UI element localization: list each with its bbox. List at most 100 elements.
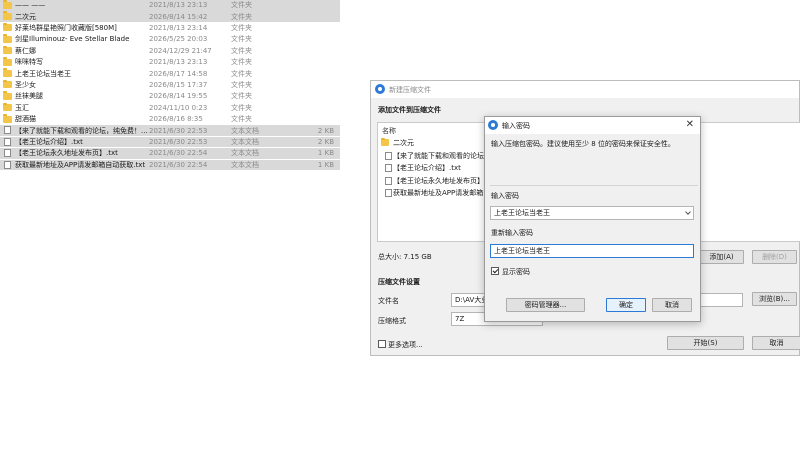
folder-icon xyxy=(3,102,12,112)
file-name: 好莱坞群星艳照门收藏版[580M] xyxy=(15,24,117,33)
file-date: 2021/6/30 22:53 xyxy=(149,138,208,147)
folder-icon xyxy=(3,34,12,43)
file-name: 圣少女 xyxy=(15,81,36,90)
file-date: 2024/12/29 21:47 xyxy=(149,46,212,55)
remove-button[interactable]: 删除(D) xyxy=(752,250,797,264)
password-description: 输入压缩包密码。建议使用至少 8 位的密码来保证安全性。 xyxy=(491,140,675,148)
file-type: 文件夹 xyxy=(231,69,252,78)
file-type: 文件夹 xyxy=(231,1,252,10)
add-button[interactable]: 添加(A) xyxy=(699,250,744,264)
enter-password-input[interactable]: 上老王论坛当老王 xyxy=(490,206,694,220)
file-type: 文件夹 xyxy=(231,58,252,67)
file-row[interactable]: 圣少女 2026/8/15 17:37 文件夹 xyxy=(0,79,340,91)
file-explorer-list: —— —— 2021/8/13 23:13 文件夹 二次元 2026/8/14 15:4… xyxy=(0,0,340,172)
text-file-icon xyxy=(4,160,11,169)
file-row[interactable]: 【来了就能下载和观看的论坛，纯免费！... 2021/6/30 22:53 文本文档… xyxy=(0,125,340,136)
file-date: 2021/6/30 22:54 xyxy=(149,160,208,169)
reenter-password-label: 重新输入密码 xyxy=(491,229,533,237)
file-date: 2021/8/13 23:13 xyxy=(149,58,208,67)
file-type: 文本文档 xyxy=(231,126,259,135)
file-size: 2 KB xyxy=(317,138,334,147)
enter-password-dialog: 输入密码 ✕ 输入压缩包密码。建议使用至少 8 位的密码来保证安全性。 输入密码… xyxy=(484,116,701,322)
folder-icon xyxy=(3,79,12,89)
file-row[interactable]: 上老王论坛当老王 2026/8/17 14:58 文件夹 xyxy=(0,68,340,79)
file-date: 2021/8/13 23:14 xyxy=(149,24,208,33)
enter-password-label: 输入密码 xyxy=(491,192,519,200)
password-dialog-titlebar[interactable]: 输入密码 ✕ xyxy=(485,117,700,134)
file-date: 2021/8/13 23:13 xyxy=(149,1,208,10)
text-file-icon xyxy=(4,137,11,146)
file-row[interactable]: 【老王论坛介绍】.txt 2021/6/30 22:53 文本文档 2 KB xyxy=(0,136,340,148)
show-password-label[interactable]: 显示密码 xyxy=(502,267,530,277)
folder-icon xyxy=(3,45,12,55)
folder-icon xyxy=(381,137,389,146)
file-type: 文本文档 xyxy=(231,160,259,169)
file-type: 文件夹 xyxy=(231,46,252,55)
ok-button[interactable]: 确定 xyxy=(606,298,646,312)
start-button[interactable]: 开始(S) xyxy=(667,336,744,350)
file-name: 获取最新地址及APP请发邮箱自动获取.txt xyxy=(15,160,146,169)
password-dialog-title: 输入密码 xyxy=(502,122,530,130)
file-type: 文件夹 xyxy=(231,115,252,124)
file-type: 文本文档 xyxy=(231,149,259,158)
file-size: 1 KB xyxy=(317,149,334,158)
add-files-section-title: 添加文件到压缩文件 xyxy=(378,106,441,114)
reenter-password-value: 上老王论坛当老王 xyxy=(494,247,550,255)
file-type: 文件夹 xyxy=(231,81,252,90)
file-date: 2026/5/25 20:03 xyxy=(149,35,208,44)
file-date: 2026/8/15 17:37 xyxy=(149,81,208,90)
file-row[interactable]: —— —— 2021/8/13 23:13 文件夹 xyxy=(0,0,340,11)
text-file-icon xyxy=(385,164,392,172)
reenter-password-input[interactable]: 上老王论坛当老王 xyxy=(490,244,694,258)
file-type: 文件夹 xyxy=(231,12,252,21)
app-icon xyxy=(375,84,385,94)
file-row[interactable]: 剑星Illuminouz- Eve Stellar Blade 2026/5/25… xyxy=(0,34,340,45)
file-row[interactable]: 甜酒猫 2026/8/16 8:35 文件夹 xyxy=(0,114,340,125)
password-manager-button[interactable]: 密码管理器... xyxy=(506,298,585,312)
show-password-checkbox[interactable] xyxy=(491,267,499,275)
password-cancel-button[interactable]: 取消 xyxy=(652,298,692,312)
file-type: 文件夹 xyxy=(231,35,252,44)
file-row[interactable]: 蔡仁娜 2024/12/29 21:47 文件夹 xyxy=(0,45,340,57)
list-item-label: 【老王论坛介绍】.txt xyxy=(393,164,461,172)
folder-icon xyxy=(3,22,12,32)
file-name: 蔡仁娜 xyxy=(15,46,36,55)
file-date: 2021/6/30 22:54 xyxy=(149,149,208,158)
file-row[interactable]: 获取最新地址及APP请发邮箱自动获取.txt 2021/6/30 22:54 文本文… xyxy=(0,159,340,171)
file-name: 咪咪特写 xyxy=(15,58,43,67)
archive-settings-section-title: 压缩文件设置 xyxy=(378,278,420,286)
file-name: 丝袜美腿 xyxy=(15,92,43,101)
file-date: 2026/8/16 8:35 xyxy=(149,115,203,124)
file-row[interactable]: 玉汇 2024/11/10 0:23 文件夹 xyxy=(0,102,340,114)
list-header-name[interactable]: 名称 xyxy=(382,126,396,136)
folder-icon xyxy=(3,57,12,66)
file-name: 二次元 xyxy=(15,12,36,21)
close-icon[interactable]: ✕ xyxy=(686,119,694,130)
file-row[interactable]: 咪咪特写 2021/8/13 23:13 文件夹 xyxy=(0,57,340,68)
file-date: 2026/8/14 15:42 xyxy=(149,12,208,21)
file-date: 2026/8/14 19:55 xyxy=(149,92,208,101)
format-select-value: 7Z xyxy=(455,315,465,323)
list-item-label: 【老王论坛永久地址发布页】.txt xyxy=(393,176,496,185)
file-name: 剑星Illuminouz- Eve Stellar Blade xyxy=(15,35,130,44)
archive-dialog-title: 新建压缩文件 xyxy=(389,86,431,94)
file-type: 文件夹 xyxy=(231,24,252,33)
file-date: 2024/11/10 0:23 xyxy=(149,103,208,112)
format-label: 压缩格式 xyxy=(378,317,406,325)
file-row[interactable]: 【老王论坛永久地址发布页】.txt 2021/6/30 22:54 文本文档 1 KB xyxy=(0,148,340,159)
archive-cancel-button[interactable]: 取消 xyxy=(752,336,800,350)
chevron-down-icon[interactable] xyxy=(685,209,691,215)
archive-dialog-titlebar[interactable]: 新建压缩文件 xyxy=(371,81,799,98)
file-name: 【来了就能下载和观看的论坛，纯免费！... xyxy=(15,126,148,135)
more-options-label[interactable]: 更多选项... xyxy=(388,340,423,350)
more-options-checkbox[interactable] xyxy=(378,340,386,348)
app-icon xyxy=(488,120,498,130)
file-row[interactable]: 丝袜美腿 2026/8/14 19:55 文件夹 xyxy=(0,91,340,102)
folder-icon xyxy=(3,68,12,77)
file-row[interactable]: 好莱坞群星艳照门收藏版[580M] 2021/8/13 23:14 文件夹 xyxy=(0,22,340,34)
file-date: 2021/6/30 22:53 xyxy=(149,126,208,135)
browse-button[interactable]: 浏览(B)... xyxy=(752,292,797,306)
divider xyxy=(490,185,698,186)
file-row[interactable]: 二次元 2026/8/14 15:42 文件夹 xyxy=(0,11,340,22)
file-date: 2026/8/17 14:58 xyxy=(149,69,208,78)
